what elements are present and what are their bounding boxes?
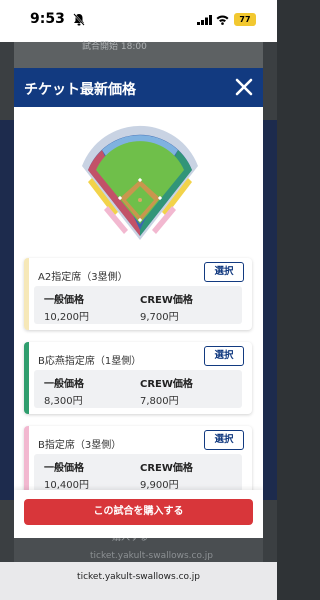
bell-slash-icon [73, 13, 85, 26]
price-box: 一般価格 CREW価格 10,200円 9,700円 [34, 286, 242, 324]
general-price-label: 一般価格 [44, 295, 84, 306]
seat-name: A2指定席（3塁側） [38, 272, 128, 283]
modal-footer: この試合を購入する [14, 490, 263, 538]
background-game-time: 試合開始 18:00 [82, 42, 147, 52]
general-price-value: 10,400円 [44, 480, 89, 491]
ticket-price-modal: チケット最新価格 A2指定席（3塁側） 選択 一般価格 CREW価格 10,20… [14, 68, 263, 538]
card-accent [24, 342, 29, 414]
status-bar: 9:53 77 [0, 0, 277, 42]
general-price-value: 10,200円 [44, 312, 89, 323]
price-box: 一般価格 CREW価格 10,400円 9,900円 [34, 454, 242, 492]
select-button[interactable]: 選択 [204, 262, 244, 282]
buy-this-game-button[interactable]: この試合を購入する [24, 499, 253, 525]
general-price-label: 一般価格 [44, 379, 84, 390]
seat-name: B応燕指定席（1塁側） [38, 356, 142, 367]
price-box: 一般価格 CREW価格 8,300円 7,800円 [34, 370, 242, 408]
crew-price-label: CREW価格 [140, 295, 193, 306]
status-time: 9:53 [30, 11, 65, 27]
select-button[interactable]: 選択 [204, 430, 244, 450]
close-icon[interactable] [234, 77, 254, 97]
signal-icon [197, 15, 212, 25]
card-accent [24, 426, 29, 498]
browser-url-bar[interactable]: ticket.yakult-swallows.co.jp [0, 562, 277, 600]
url-text: ticket.yakult-swallows.co.jp [77, 572, 200, 582]
general-price-label: 一般価格 [44, 463, 84, 474]
battery-indicator: 77 [234, 13, 256, 26]
select-button[interactable]: 選択 [204, 346, 244, 366]
background-left-panel [0, 120, 14, 500]
stadium-seat-map [82, 125, 198, 240]
wifi-icon [216, 15, 229, 25]
ticket-card-a2: A2指定席（3塁側） 選択 一般価格 CREW価格 10,200円 9,700円 [24, 258, 252, 330]
background-right-panel [263, 120, 277, 500]
seat-name: B指定席（3塁側） [38, 440, 122, 451]
crew-price-value: 7,800円 [140, 396, 179, 407]
crew-price-value: 9,900円 [140, 480, 179, 491]
crew-price-value: 9,700円 [140, 312, 179, 323]
crew-price-label: CREW価格 [140, 463, 193, 474]
general-price-value: 8,300円 [44, 396, 83, 407]
crew-price-label: CREW価格 [140, 379, 193, 390]
modal-header: チケット最新価格 [14, 68, 263, 107]
ticket-card-b-ouen: B応燕指定席（1塁側） 選択 一般価格 CREW価格 8,300円 7,800円 [24, 342, 252, 414]
background-url-text: ticket.yakult-swallows.co.jp [90, 551, 213, 561]
ticket-card-b: B指定席（3塁側） 選択 一般価格 CREW価格 10,400円 9,900円 [24, 426, 252, 498]
card-accent [24, 258, 29, 330]
modal-title: チケット最新価格 [24, 82, 136, 98]
